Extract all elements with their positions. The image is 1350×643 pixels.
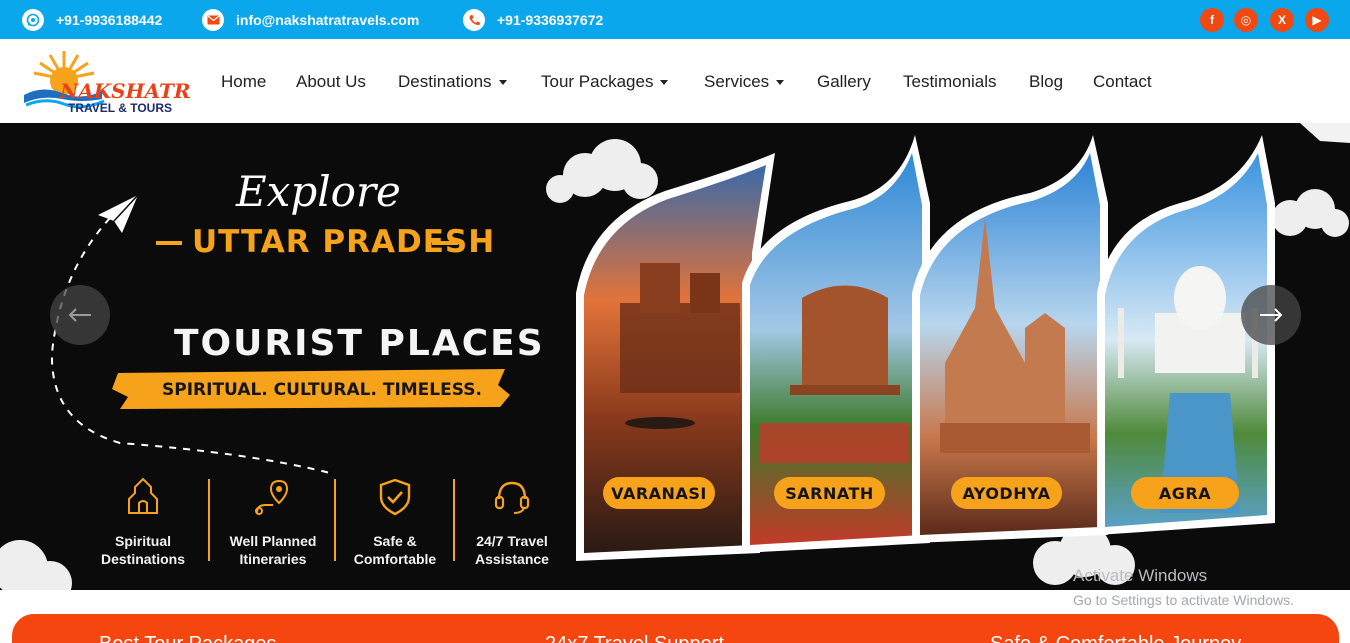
slider-prev-button[interactable] — [50, 285, 110, 345]
hero-slider[interactable]: Explore UTTAR PRADESH TOURIST PLACES SPI… — [0, 123, 1350, 590]
route-pin-icon — [255, 479, 289, 515]
phone-contact[interactable]: +91-9336937672 — [463, 9, 603, 31]
hero-script-title: Explore — [236, 167, 401, 216]
site-logo[interactable]: NAKSHATRA TRAVEL & TOURS — [22, 49, 206, 117]
arrow-right-icon — [1260, 308, 1283, 322]
nav-testimonials[interactable]: Testimonials — [903, 72, 997, 92]
email-address[interactable]: info@nakshatratravels.com — [236, 12, 419, 28]
facebook-icon[interactable]: f — [1200, 8, 1224, 32]
nav-testimonials-label[interactable]: Testimonials — [903, 72, 997, 92]
slider-next-button[interactable] — [1241, 285, 1301, 345]
whatsapp-icon — [22, 9, 44, 31]
place-label-agra[interactable]: AGRA — [1131, 477, 1239, 509]
features-bar-item: Best Tour Packages — [99, 633, 277, 643]
logo-subtitle-text: TRAVEL & TOURS — [68, 101, 172, 115]
site-header: NAKSHATRA TRAVEL & TOURS Home About Us D… — [0, 39, 1350, 123]
chevron-down-icon[interactable] — [660, 79, 669, 85]
logo-graphic: NAKSHATRA TRAVEL & TOURS — [24, 51, 206, 115]
feature-line2: Itineraries — [239, 551, 307, 567]
feature-line1: Safe & — [373, 533, 417, 549]
nav-destinations[interactable]: Destinations — [398, 72, 507, 92]
instagram-icon[interactable]: ◎ — [1234, 8, 1258, 32]
feature-line1: Well Planned — [229, 533, 317, 549]
whatsapp-number[interactable]: +91-9936188442 — [56, 12, 162, 28]
youtube-icon[interactable]: ▶ — [1305, 8, 1329, 32]
nav-about-label[interactable]: About Us — [296, 72, 366, 92]
nav-tour-packages[interactable]: Tour Packages — [541, 72, 669, 92]
feature-line1: Spiritual — [114, 533, 171, 549]
windows-activation-subtitle: Go to Settings to activate Windows. — [1073, 592, 1294, 608]
title-dash-left — [156, 241, 182, 245]
whatsapp-contact[interactable]: +91-9936188442 — [22, 9, 162, 31]
windows-activation-title: Activate Windows — [1073, 566, 1208, 585]
paper-tear-decoration — [1300, 123, 1350, 143]
nav-blog-label[interactable]: Blog — [1029, 72, 1063, 92]
email-icon — [202, 9, 224, 31]
top-contact-bar: +91-9936188442 info@nakshatratravels.com… — [0, 0, 1350, 39]
features-bar-item: Safe & Comfortable Journey — [990, 633, 1241, 643]
arrow-left-icon — [68, 308, 91, 322]
feature-divider — [208, 479, 210, 561]
email-contact[interactable]: info@nakshatratravels.com — [202, 9, 419, 31]
nav-home-label[interactable]: Home — [221, 72, 266, 92]
feature-assistance: 24/7 Travel Assistance — [453, 477, 571, 568]
place-label-ayodhya[interactable]: AYODHYA — [951, 477, 1062, 509]
nav-contact-label[interactable]: Contact — [1093, 72, 1152, 92]
feature-itineraries: Well Planned Itineraries — [214, 477, 332, 568]
nav-services-label[interactable]: Services — [704, 72, 769, 92]
feature-line2: Assistance — [475, 551, 549, 567]
hero-state-title: UTTAR PRADESH — [192, 224, 496, 260]
nav-services[interactable]: Services — [704, 72, 785, 92]
features-bar: Best Tour Packages 24x7 Travel Support S… — [12, 614, 1339, 643]
feature-line2: Comfortable — [353, 551, 437, 567]
logo-brand-text: NAKSHATRA — [59, 79, 190, 103]
feature-line2: Destinations — [100, 551, 185, 567]
x-icon[interactable]: X — [1270, 8, 1294, 32]
place-label-varanasi[interactable]: VARANASI — [603, 477, 715, 509]
nav-gallery-label[interactable]: Gallery — [817, 72, 871, 92]
phone-number[interactable]: +91-9336937672 — [497, 12, 603, 28]
nav-home[interactable]: Home — [221, 72, 266, 92]
hero-tagline: SPIRITUAL. CULTURAL. TIMELESS. — [162, 380, 482, 400]
chevron-down-icon[interactable] — [498, 79, 507, 85]
headset-icon — [494, 481, 530, 514]
nav-destinations-label[interactable]: Destinations — [398, 72, 492, 92]
nav-contact[interactable]: Contact — [1093, 72, 1152, 92]
feature-line1: 24/7 Travel — [476, 533, 548, 549]
phone-icon — [463, 9, 485, 31]
shield-check-icon — [379, 478, 411, 516]
nav-tour-packages-label[interactable]: Tour Packages — [541, 72, 653, 92]
nav-gallery[interactable]: Gallery — [817, 72, 871, 92]
paper-plane-icon — [98, 194, 139, 233]
place-label-sarnath[interactable]: SARNATH — [774, 477, 885, 509]
feature-spiritual: Spiritual Destinations — [84, 477, 202, 568]
nav-about-us[interactable]: About Us — [296, 72, 366, 92]
nav-blog[interactable]: Blog — [1029, 72, 1063, 92]
hero-main-title: TOURIST PLACES — [174, 323, 545, 364]
temple-icon — [128, 477, 158, 514]
chevron-down-icon[interactable] — [776, 79, 785, 85]
features-bar-item: 24x7 Travel Support — [545, 633, 724, 643]
feature-safe: Safe & Comfortable — [336, 477, 454, 568]
